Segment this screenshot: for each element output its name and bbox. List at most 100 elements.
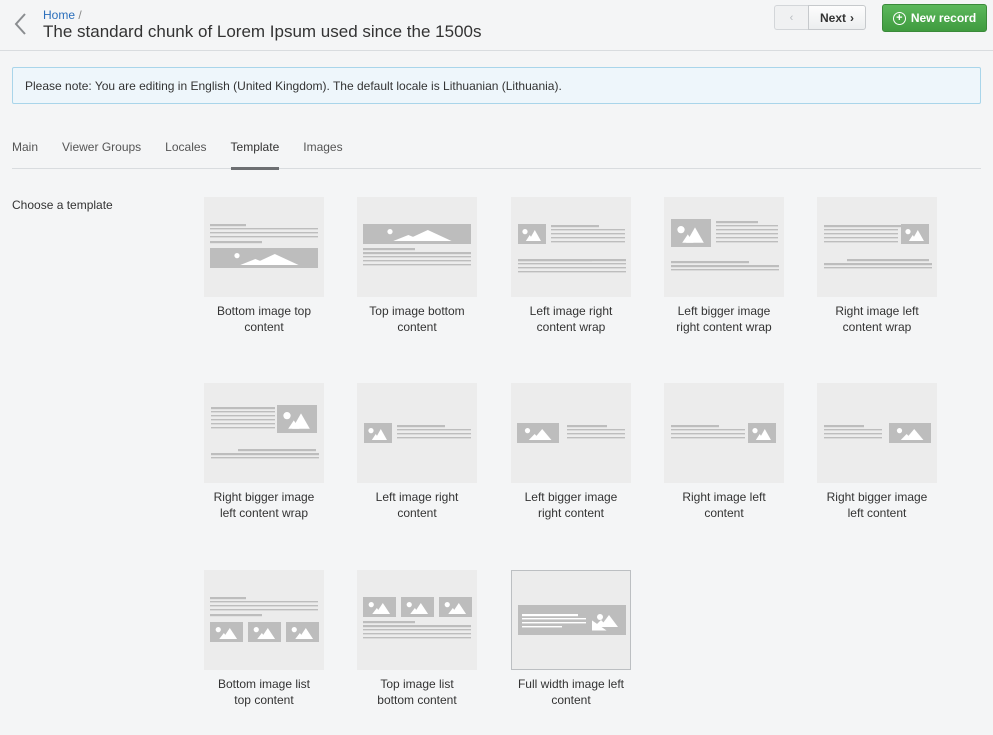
template-layout-icon: [210, 597, 319, 642]
template-layout-icon: [364, 423, 471, 443]
template-thumbnail: [357, 383, 477, 483]
template-caption-line1: Top image bottom: [369, 304, 465, 318]
breadcrumb: Home /: [43, 8, 82, 22]
template-thumbnail: [511, 197, 631, 297]
template-layout-icon: [824, 224, 932, 269]
template-caption-line1: Full width image left: [517, 677, 625, 691]
page-title: The standard chunk of Lorem Ipsum used s…: [43, 22, 482, 41]
template-caption-line2: content wrap: [842, 320, 912, 334]
template-caption-line1: Right image left: [682, 490, 766, 504]
tab-bar: Main Viewer Groups Locales Template Imag…: [12, 130, 981, 170]
template-caption: Right bigger image left content: [816, 489, 938, 521]
template-caption-line2: top content: [234, 693, 294, 707]
template-option[interactable]: Full width image left content: [510, 570, 632, 708]
template-caption-line1: Right image left: [835, 304, 919, 318]
template-caption-line2: right content: [537, 506, 605, 520]
template-option[interactable]: Right bigger image left content: [816, 383, 938, 521]
template-caption-line1: Top image list: [380, 677, 454, 691]
template-option[interactable]: Right bigger image left content wrap: [203, 383, 325, 521]
template-thumbnail: [204, 383, 324, 483]
template-layout-icon: [363, 224, 471, 266]
new-record-button[interactable]: + New record: [882, 4, 987, 32]
template-thumbnail: [357, 570, 477, 670]
template-option[interactable]: Left bigger image right content: [510, 383, 632, 521]
template-option[interactable]: Left image right content wrap: [510, 197, 632, 335]
back-button[interactable]: [10, 10, 32, 38]
template-option[interactable]: Bottom image list top content: [203, 570, 325, 708]
chevron-left-icon: [14, 13, 26, 35]
page-header: Home / The standard chunk of Lorem Ipsum…: [0, 0, 993, 51]
chevron-right-icon: ›: [850, 10, 854, 25]
template-thumbnail: [817, 197, 937, 297]
template-caption-line2: left content: [847, 506, 907, 520]
record-nav: ‹ Next ›: [773, 5, 866, 30]
template-caption-line1: Left image right: [529, 304, 613, 318]
template-caption: Left bigger image right content wrap: [663, 303, 785, 335]
plus-circle-icon: +: [892, 11, 906, 25]
template-caption-line1: Bottom image top: [216, 304, 312, 318]
template-caption: Bottom image top content: [203, 303, 325, 335]
chevron-left-icon: ‹: [789, 11, 794, 24]
previous-button[interactable]: ‹: [773, 5, 808, 30]
template-thumbnail: [204, 197, 324, 297]
template-caption-line2: content: [704, 506, 744, 520]
breadcrumb-separator: /: [78, 8, 82, 22]
template-caption: Right bigger image left content wrap: [203, 489, 325, 521]
template-caption-line2: content: [551, 693, 591, 707]
template-caption-line1: Right bigger image: [826, 490, 928, 504]
template-option[interactable]: Bottom image top content: [203, 197, 325, 335]
tab-images[interactable]: Images: [303, 130, 342, 169]
template-caption: Left image right content wrap: [510, 303, 632, 335]
tab-viewer-groups[interactable]: Viewer Groups: [62, 130, 141, 169]
template-thumbnail: [817, 383, 937, 483]
new-record-label: New record: [910, 11, 977, 25]
template-caption-line1: Right bigger image: [213, 490, 315, 504]
template-caption-line2: content wrap: [536, 320, 606, 334]
template-caption: Left image right content: [356, 489, 478, 521]
template-caption: Top image bottom content: [356, 303, 478, 335]
template-thumbnail: [664, 197, 784, 297]
template-option[interactable]: Right image left content wrap: [816, 197, 938, 335]
next-button-label: Next: [819, 10, 846, 25]
template-caption-line1: Left bigger image: [677, 304, 771, 318]
template-option[interactable]: Right image left content: [663, 383, 785, 521]
template-caption-line2: bottom content: [377, 693, 457, 707]
template-caption: Right image left content wrap: [816, 303, 938, 335]
template-caption-line2: content: [244, 320, 284, 334]
template-caption: Right image left content: [663, 489, 785, 521]
next-button[interactable]: Next ›: [807, 5, 866, 30]
template-caption-line1: Left image right: [375, 490, 459, 504]
template-thumbnail: [511, 383, 631, 483]
template-thumbnail: [204, 570, 324, 670]
template-caption-line1: Bottom image list: [217, 677, 311, 691]
template-thumbnail: [511, 570, 631, 670]
template-caption: Left bigger image right content: [510, 489, 632, 521]
tab-template[interactable]: Template: [230, 130, 279, 170]
template-caption-line2: content: [397, 320, 437, 334]
template-layout-icon: [517, 423, 625, 443]
template-layout-icon: [824, 423, 931, 443]
template-caption: Full width image left content: [510, 676, 632, 708]
template-option[interactable]: Left image right content: [356, 383, 478, 521]
template-layout-icon: [363, 597, 472, 639]
template-layout-icon: [671, 219, 779, 271]
choose-template-label: Choose a template: [12, 198, 113, 212]
template-layout-icon: [211, 405, 319, 459]
tab-locales[interactable]: Locales: [165, 130, 206, 169]
template-layout-icon: [518, 605, 626, 635]
template-caption-line2: content: [397, 506, 437, 520]
template-caption: Top image list bottom content: [356, 676, 478, 708]
template-caption: Bottom image list top content: [203, 676, 325, 708]
template-caption-line2: right content wrap: [676, 320, 772, 334]
template-layout-icon: [210, 224, 318, 268]
template-layout-icon: [671, 423, 776, 443]
template-caption-line2: left content wrap: [219, 506, 309, 520]
breadcrumb-home-link[interactable]: Home: [43, 8, 75, 22]
template-option[interactable]: Top image bottom content: [356, 197, 478, 335]
template-option[interactable]: Left bigger image right content wrap: [663, 197, 785, 335]
tab-main[interactable]: Main: [12, 130, 38, 169]
template-layout-icon: [518, 224, 626, 273]
template-option[interactable]: Top image list bottom content: [356, 570, 478, 708]
locale-notice: Please note: You are editing in English …: [12, 67, 981, 104]
locale-notice-text: Please note: You are editing in English …: [25, 78, 562, 93]
